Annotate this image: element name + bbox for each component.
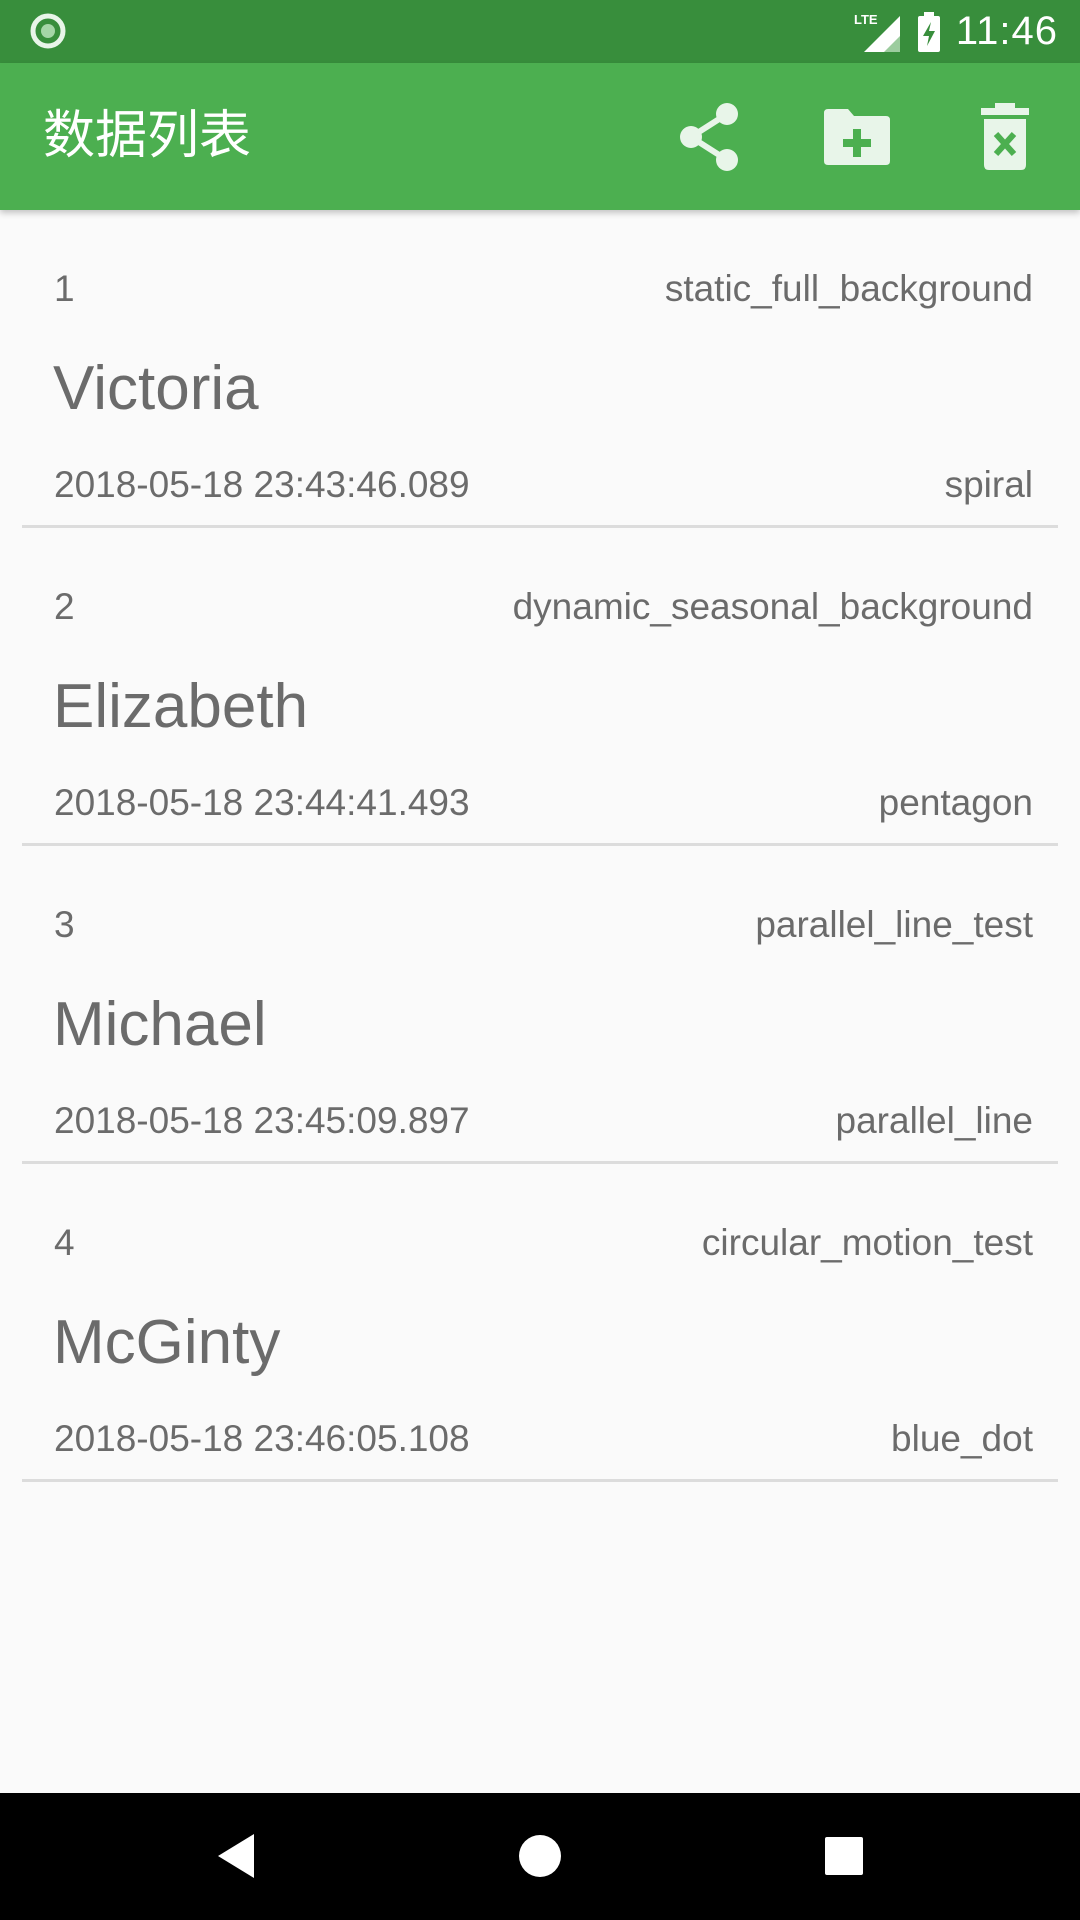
data-list: 1 static_full_background Victoria 2018-0… [22, 210, 1058, 1482]
add-folder-button[interactable] [818, 98, 896, 176]
item-test-name: circular_motion_test [701, 1222, 1033, 1263]
recents-button[interactable] [804, 1816, 884, 1896]
item-timestamp: 2018-05-18 23:43:46.089 [54, 464, 470, 505]
item-timestamp: 2018-05-18 23:45:09.897 [54, 1100, 470, 1141]
back-button[interactable] [196, 1816, 276, 1896]
navigation-bar [0, 1793, 1080, 1920]
share-icon [680, 103, 738, 171]
app-bar: 数据列表 [0, 63, 1080, 210]
status-bar: LTE 11:46 [0, 0, 1080, 63]
page-title: 数据列表 [43, 106, 252, 166]
list-item[interactable]: 3 parallel_line_test Michael 2018-05-18 … [22, 846, 1058, 1164]
item-index: 4 [54, 1222, 75, 1263]
item-pattern: spiral [944, 464, 1033, 505]
home-button[interactable] [500, 1816, 580, 1896]
delete-icon [981, 103, 1029, 170]
item-index: 3 [54, 904, 75, 945]
notification-ring-icon [30, 13, 66, 49]
item-index: 1 [54, 268, 75, 309]
item-test-name: parallel_line_test [755, 904, 1033, 945]
item-person-name: Victoria [53, 354, 259, 423]
list-item[interactable]: 1 static_full_background Victoria 2018-0… [22, 210, 1058, 528]
item-person-name: Elizabeth [53, 672, 309, 741]
battery-charging-icon [917, 11, 940, 52]
item-pattern: pentagon [878, 782, 1033, 823]
back-icon [218, 1834, 254, 1878]
home-icon [519, 1835, 561, 1877]
item-pattern: parallel_line [835, 1100, 1033, 1141]
list-item[interactable]: 4 circular_motion_test McGinty 2018-05-1… [22, 1164, 1058, 1482]
signal-icon: LTE [854, 12, 900, 52]
item-test-name: static_full_background [664, 268, 1033, 309]
item-person-name: Michael [53, 990, 267, 1059]
recents-icon [825, 1837, 863, 1875]
item-test-name: dynamic_seasonal_background [512, 586, 1033, 627]
list-item[interactable]: 2 dynamic_seasonal_background Elizabeth … [22, 528, 1058, 846]
item-timestamp: 2018-05-18 23:46:05.108 [54, 1418, 470, 1459]
status-right-group: LTE 11:46 [852, 0, 1058, 63]
folder-add-icon [824, 109, 890, 165]
item-index: 2 [54, 586, 75, 627]
network-type-label: LTE [854, 12, 878, 27]
item-pattern: blue_dot [891, 1418, 1033, 1459]
item-person-name: McGinty [53, 1308, 281, 1377]
item-timestamp: 2018-05-18 23:44:41.493 [54, 782, 470, 823]
status-time: 11:46 [955, 9, 1058, 53]
share-button[interactable] [671, 98, 749, 176]
delete-button[interactable] [966, 98, 1044, 176]
